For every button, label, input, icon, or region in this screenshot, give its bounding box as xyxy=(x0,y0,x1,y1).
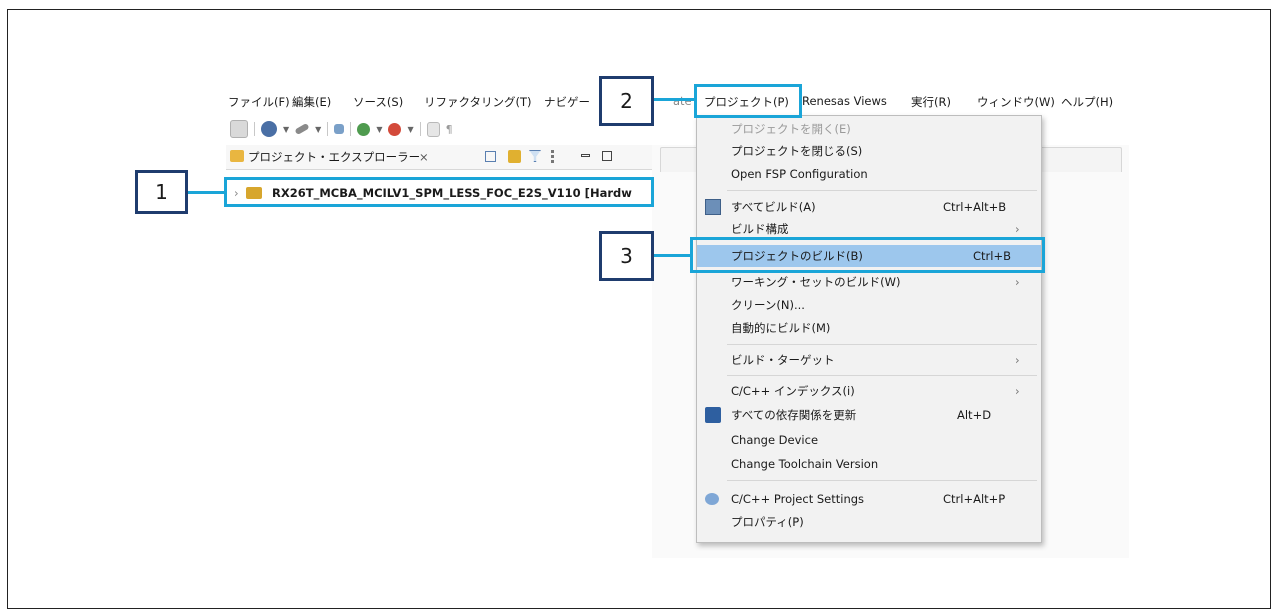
menu-item-build-targets[interactable]: ビルド・ターゲット › xyxy=(697,349,1041,371)
highlight-box-project-tree xyxy=(224,177,654,207)
minimize-icon[interactable] xyxy=(581,154,590,157)
menu-item-clean[interactable]: クリーン(N)... xyxy=(697,294,1041,316)
callout-number: 2 xyxy=(620,89,633,113)
menu-edit[interactable]: 編集(E) xyxy=(292,94,331,110)
close-icon[interactable]: × xyxy=(419,145,429,169)
menu-item-label: C/C++ インデックス(i) xyxy=(731,384,855,398)
menu-item-shortcut: Ctrl+Alt+B xyxy=(943,200,1007,214)
menu-help[interactable]: ヘルプ(H) xyxy=(1061,94,1113,110)
callout-step-3: 3 xyxy=(599,231,654,281)
menu-item-label: Change Device xyxy=(731,433,819,447)
project-explorer-icon xyxy=(230,150,244,162)
menu-run[interactable]: 実行(R) xyxy=(911,94,951,110)
menu-item-properties[interactable]: プロパティ(P) xyxy=(697,511,1041,533)
menu-item-label: C/C++ Project Settings xyxy=(731,492,865,506)
chevron-down-icon[interactable]: ▼ xyxy=(283,125,289,134)
toolbar-separator xyxy=(350,122,352,136)
menu-item-change-device[interactable]: Change Device xyxy=(697,429,1041,451)
menu-item-label: クリーン(N)... xyxy=(731,298,805,312)
menu-separator xyxy=(727,344,1037,345)
menu-separator xyxy=(727,375,1037,376)
callout-number: 1 xyxy=(155,180,168,204)
project-explorer-title: プロジェクト・エクスプローラー xyxy=(248,150,421,164)
menu-item-label: ビルド・ターゲット xyxy=(731,353,835,367)
menu-hidden-partial: ate xyxy=(673,94,692,108)
paragraph-icon[interactable]: ¶ xyxy=(446,123,453,136)
build-all-icon xyxy=(705,199,721,215)
settings-icon xyxy=(705,493,719,505)
callout-step-1: 1 xyxy=(135,170,188,214)
link-editor-icon[interactable] xyxy=(508,150,521,163)
toolbar-separator xyxy=(419,122,421,136)
menu-item-label: プロジェクトを閉じる(S) xyxy=(731,144,863,158)
connector-line-3 xyxy=(654,254,692,257)
menu-item-build-all[interactable]: すべてビルド(A) Ctrl+Alt+B xyxy=(697,196,1041,218)
menu-item-open-fsp-configuration[interactable]: Open FSP Configuration xyxy=(697,163,1041,185)
menu-item-close-project[interactable]: プロジェクトを閉じる(S) xyxy=(697,140,1041,162)
menu-item-build-automatically[interactable]: 自動的にビルド(M) xyxy=(697,317,1041,339)
run-icon[interactable] xyxy=(388,122,402,136)
menu-navigate[interactable]: ナビゲー xyxy=(544,94,590,110)
menu-item-label: プロパティ(P) xyxy=(731,515,804,529)
dependencies-icon xyxy=(705,407,721,423)
highlight-box-build-project xyxy=(690,237,1045,273)
menu-item-open-project[interactable]: プロジェクトを開く(E) xyxy=(697,118,1041,140)
project-menu-dropdown: プロジェクトを開く(E) プロジェクトを閉じる(S) Open FSP Conf… xyxy=(696,115,1042,543)
debug-icon[interactable] xyxy=(261,121,277,137)
view-menu-icon[interactable] xyxy=(551,150,557,163)
submenu-arrow-icon: › xyxy=(1015,275,1020,289)
menu-item-label: プロジェクトを開く(E) xyxy=(731,122,851,136)
menu-item-label: すべてビルド(A) xyxy=(731,200,816,214)
menu-renesas-views[interactable]: Renesas Views xyxy=(802,94,887,108)
chevron-down-icon[interactable]: ▼ xyxy=(376,125,382,134)
gear-icon[interactable] xyxy=(357,122,371,136)
hammer-icon[interactable] xyxy=(294,122,310,136)
menu-item-label: 自動的にビルド(M) xyxy=(731,321,831,335)
chevron-down-icon[interactable]: ▼ xyxy=(315,125,321,134)
menu-item-change-toolchain-version[interactable]: Change Toolchain Version xyxy=(697,453,1041,475)
search-icon[interactable] xyxy=(334,124,345,134)
project-explorer-body xyxy=(226,170,652,580)
menu-item-label: Open FSP Configuration xyxy=(731,167,868,181)
menu-item-shortcut: Ctrl+Alt+P xyxy=(943,492,1006,506)
toolbar-separator xyxy=(254,122,255,136)
menu-item-cpp-project-settings[interactable]: C/C++ Project Settings Ctrl+Alt+P xyxy=(697,488,1041,510)
menu-item-label: Change Toolchain Version xyxy=(731,457,879,471)
submenu-arrow-icon: › xyxy=(1015,353,1020,367)
menu-item-label: ワーキング・セットのビルド(W) xyxy=(731,275,901,289)
menu-item-build-working-set[interactable]: ワーキング・セットのビルド(W) › xyxy=(697,271,1041,293)
submenu-arrow-icon: › xyxy=(1015,384,1020,398)
menu-item-shortcut: Alt+D xyxy=(957,408,992,422)
menu-source[interactable]: ソース(S) xyxy=(353,94,403,110)
filter-icon[interactable] xyxy=(529,150,541,162)
maximize-icon[interactable] xyxy=(602,151,612,161)
document-icon[interactable] xyxy=(426,121,440,137)
callout-number: 3 xyxy=(620,244,633,268)
callout-step-2: 2 xyxy=(599,76,654,126)
collapse-all-icon[interactable] xyxy=(485,151,496,162)
connector-line-2 xyxy=(654,98,696,101)
menu-separator xyxy=(727,480,1037,481)
menu-item-label: すべての依存関係を更新 xyxy=(731,408,857,422)
save-icon[interactable] xyxy=(230,120,248,138)
menu-refactoring[interactable]: リファクタリング(T) xyxy=(424,94,532,110)
toolbar: ▼ ▼ ▼ ▼ ¶ xyxy=(230,118,453,140)
menu-separator xyxy=(727,190,1037,191)
toolbar-separator xyxy=(327,122,329,136)
project-explorer-tab[interactable]: プロジェクト・エクスプローラー × xyxy=(226,145,652,170)
chevron-down-icon[interactable]: ▼ xyxy=(407,125,413,134)
connector-line-1 xyxy=(188,191,226,194)
menu-item-cpp-index[interactable]: C/C++ インデックス(i) › xyxy=(697,380,1041,402)
menu-item-update-dependencies[interactable]: すべての依存関係を更新 Alt+D xyxy=(697,404,1041,426)
highlight-box-project-menu xyxy=(694,84,802,118)
menu-file[interactable]: ファイル(F) xyxy=(228,94,290,110)
menu-window[interactable]: ウィンドウ(W) xyxy=(977,94,1055,110)
